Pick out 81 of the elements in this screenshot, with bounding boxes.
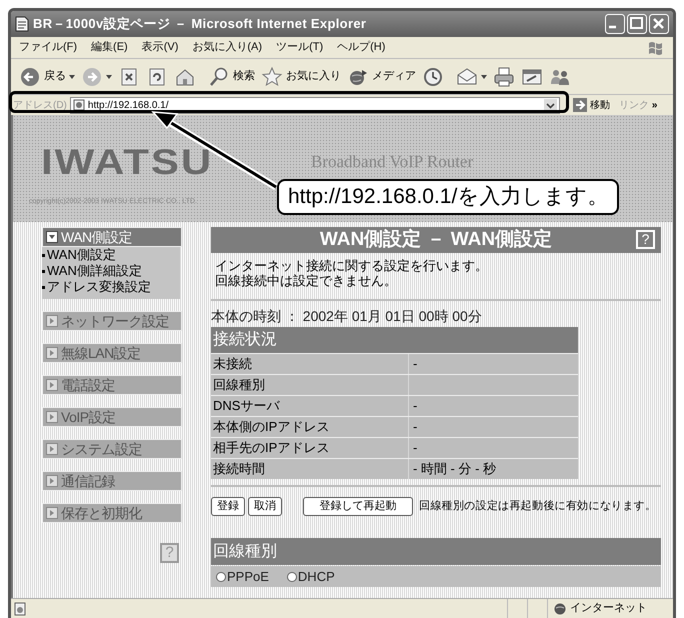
windows-logo-icon bbox=[647, 40, 665, 56]
table-cell: - bbox=[409, 438, 578, 458]
table-cell: 接続時間 bbox=[211, 459, 408, 479]
menu-item[interactable]: ファイル(F) bbox=[19, 39, 78, 56]
toolbar-button[interactable] bbox=[422, 66, 444, 88]
table-cell: DNSサーバ bbox=[211, 396, 408, 416]
dropdown-arrow-icon bbox=[106, 74, 112, 78]
expand-icon bbox=[46, 379, 58, 391]
printer-icon bbox=[493, 66, 515, 88]
envelope-icon bbox=[456, 66, 478, 88]
toolbar-button[interactable]: 戻る bbox=[19, 66, 75, 88]
callout-box: http://192.168.0.1/を入力します。 bbox=[277, 179, 620, 215]
radio-button[interactable] bbox=[286, 572, 297, 582]
go-button[interactable]: 移動 bbox=[572, 98, 610, 112]
submenu-link[interactable]: WAN側詳細設定 bbox=[42, 263, 180, 279]
bullet-icon bbox=[42, 270, 45, 272]
page-icon bbox=[72, 99, 85, 111]
help-button[interactable]: ? bbox=[636, 230, 655, 249]
tagline: Broadband VoIP Router bbox=[311, 151, 474, 173]
document-icon bbox=[15, 16, 29, 32]
expand-icon bbox=[46, 507, 58, 519]
menu-item[interactable]: ツール(T) bbox=[276, 39, 324, 56]
radio-option[interactable]: PPPoE bbox=[216, 566, 269, 586]
table-cell: - bbox=[409, 417, 578, 437]
collapse-icon bbox=[46, 231, 58, 243]
more-chevron[interactable]: » bbox=[652, 98, 658, 112]
toolbar-button[interactable]: お気に入り bbox=[261, 66, 341, 88]
page-title: WAN側設定 － WAN側設定 bbox=[320, 228, 552, 252]
submenu-link[interactable]: アドレス変換設定 bbox=[42, 279, 180, 295]
table-cell: 本体側のIPアドレス bbox=[211, 417, 408, 437]
close-button[interactable] bbox=[649, 14, 669, 34]
table-cell: - bbox=[409, 354, 578, 374]
dropdown-arrow-icon bbox=[69, 74, 75, 78]
table-cell: - bbox=[409, 396, 578, 416]
toolbar-button[interactable]: 検索 bbox=[208, 66, 255, 88]
table-cell: 回線種別 bbox=[211, 375, 408, 395]
dropdown-arrow-icon bbox=[481, 74, 487, 78]
expand-icon bbox=[46, 411, 58, 423]
clock-text: 本体の時刻 ： 2002年 01月 01日 00時 00分 bbox=[211, 307, 483, 325]
forward-icon bbox=[81, 66, 103, 88]
toolbar-button[interactable]: メディア bbox=[347, 66, 416, 88]
radio-button[interactable] bbox=[216, 572, 226, 582]
globe-icon bbox=[554, 602, 566, 614]
sidebar-item[interactable]: WAN側設定 bbox=[42, 227, 182, 247]
note-text: 回線種別の設定は再起動後に有効になります。 bbox=[419, 498, 656, 514]
table-cell: 相手先のIPアドレス bbox=[211, 438, 408, 458]
description-text: インターネット接続に関する設定を行います。 bbox=[215, 258, 489, 273]
menu-item[interactable]: お気に入り(A) bbox=[192, 39, 262, 56]
maximize-button[interactable] bbox=[627, 14, 647, 34]
menu-item[interactable]: ヘルプ(H) bbox=[337, 39, 386, 56]
radio-option[interactable]: DHCP bbox=[286, 566, 335, 586]
logo: IWATSU bbox=[41, 144, 214, 180]
bullet-icon bbox=[42, 286, 45, 288]
expand-icon bbox=[46, 475, 58, 487]
menu-item[interactable]: 表示(V) bbox=[142, 39, 178, 56]
star-icon bbox=[261, 66, 283, 88]
table-cell: - 時間 - 分 - 秒 bbox=[409, 459, 578, 479]
bullet-icon bbox=[42, 254, 45, 256]
arrow-icon bbox=[572, 98, 587, 112]
toolbar-button[interactable] bbox=[456, 66, 487, 88]
minimize-button[interactable] bbox=[605, 14, 625, 34]
section-header: 回線種別 bbox=[211, 538, 661, 565]
window-title: BR－1000v設定ページ － Microsoft Internet Explorer bbox=[33, 15, 366, 34]
submenu-link[interactable]: WAN側設定 bbox=[42, 247, 180, 263]
expand-icon bbox=[46, 443, 58, 455]
search-icon bbox=[208, 66, 230, 88]
action-button[interactable]: 登録して再起動 bbox=[303, 497, 413, 516]
page-icon bbox=[13, 602, 27, 616]
action-button[interactable]: 取消 bbox=[248, 497, 282, 516]
toolbar-button[interactable] bbox=[493, 66, 515, 88]
zone-label: インターネット bbox=[570, 601, 647, 616]
table-cell: 未接続 bbox=[211, 354, 408, 374]
clock-icon bbox=[422, 66, 444, 88]
expand-icon bbox=[46, 347, 58, 359]
description-text: 回線接続中は設定できません。 bbox=[215, 273, 398, 288]
back-icon bbox=[19, 66, 41, 88]
table-header: 接続状況 bbox=[211, 327, 578, 353]
expand-icon bbox=[46, 315, 58, 327]
address-label: アドレス(D) bbox=[13, 98, 67, 112]
action-button[interactable]: 登録 bbox=[211, 497, 245, 516]
menu-item[interactable]: 編集(E) bbox=[91, 39, 128, 56]
